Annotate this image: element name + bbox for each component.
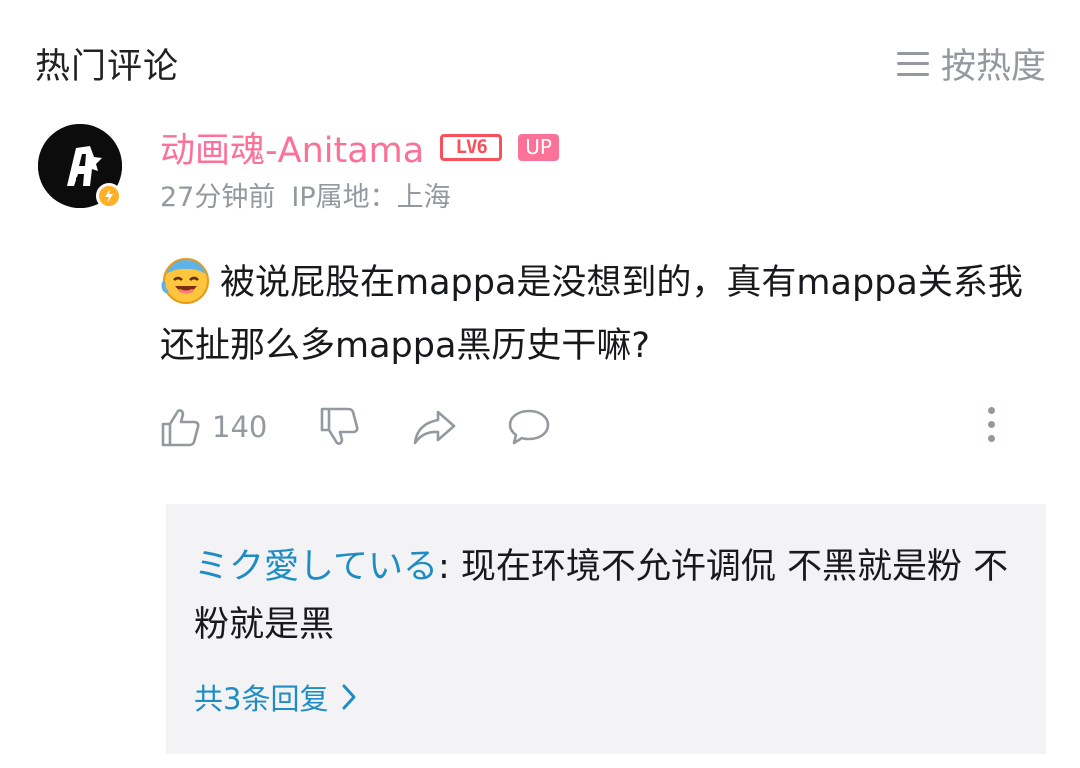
like-button[interactable]: 140 <box>160 406 267 448</box>
level-badge: LV6 <box>440 134 503 161</box>
reply-username[interactable]: ミク愛している <box>194 547 438 587</box>
reply-button[interactable] <box>507 406 551 448</box>
like-count: 140 <box>212 410 268 444</box>
user-row: 动画魂-Anitama LV6 UP <box>160 122 559 173</box>
sort-button[interactable]: 按热度 <box>896 38 1046 89</box>
laughing-crying-emoji-icon <box>161 258 209 304</box>
thumbs-up-icon <box>161 409 200 447</box>
more-dots-icon <box>988 407 995 414</box>
list-icon <box>896 51 929 77</box>
verified-badge-icon <box>96 183 122 209</box>
comment-text: 被说屁股在mappa是没想到的，真有mappa关系我还扯那么多mappa黑历史干… <box>160 263 1023 366</box>
ip-location: IP属地：上海 <box>291 182 451 213</box>
reply-item: ミク愛している: 现在环境不允许调侃 不黑就是粉 不粉就是黑 <box>194 538 1014 654</box>
chevron-right-icon <box>342 684 356 710</box>
view-replies-label: 共3条回复 <box>194 682 329 716</box>
comment-meta: 27分钟前 IP属地：上海 <box>160 175 451 214</box>
comment-content: 被说屁股在mappa是没想到的，真有mappa关系我还扯那么多mappa黑历史干… <box>160 252 1040 378</box>
comment-actions: 140 <box>160 403 551 451</box>
comment-time: 27分钟前 <box>160 182 276 213</box>
share-button[interactable] <box>411 406 457 448</box>
section-title: 热门评论 <box>35 47 180 87</box>
view-replies-link[interactable]: 共3条回复 <box>194 676 358 718</box>
up-badge: UP <box>518 134 559 161</box>
dislike-button[interactable] <box>319 406 361 448</box>
sort-label: 按热度 <box>940 47 1046 87</box>
thumbs-down-icon <box>321 407 359 445</box>
share-icon <box>414 410 456 445</box>
comment-bubble-icon <box>509 409 550 445</box>
reply-preview[interactable]: ミク愛している: 现在环境不允许调侃 不黑就是粉 不粉就是黑 共3条回复 <box>166 504 1046 754</box>
reply-separator: : <box>437 547 461 587</box>
comment-section: 热门评论 按热度 动画魂-Anitama LV6 UP 27分钟前 IP属地：上… <box>0 0 1080 768</box>
more-options-button[interactable] <box>980 404 1004 444</box>
username[interactable]: 动画魂-Anitama <box>160 122 424 173</box>
